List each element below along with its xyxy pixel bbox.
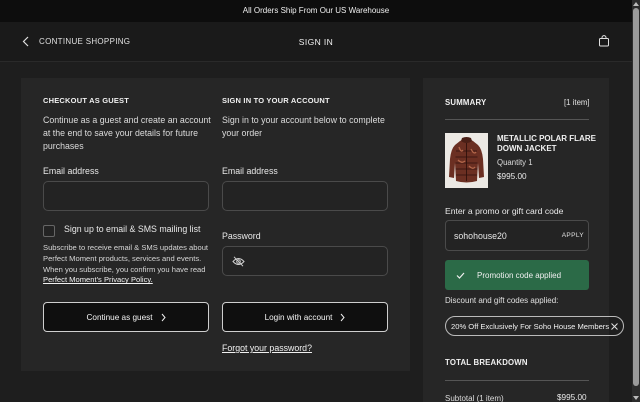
check-icon bbox=[456, 272, 465, 279]
signup-label: Sign up to email & SMS mailing list bbox=[64, 224, 201, 234]
guest-email-field[interactable] bbox=[43, 181, 209, 211]
item-count: [1 item] bbox=[564, 98, 590, 107]
chevron-right-icon bbox=[161, 313, 166, 321]
discount-label: Discount and gift codes applied: bbox=[445, 296, 559, 305]
summary-heading: SUMMARY bbox=[445, 98, 487, 107]
apply-button[interactable]: APPLY bbox=[562, 232, 584, 239]
scroll-up-arrow[interactable] bbox=[633, 2, 639, 6]
sign-in-panel: CHECKOUT AS GUEST Continue as a guest an… bbox=[21, 78, 410, 371]
privacy-policy-link[interactable]: Perfect Moment's Privacy Policy. bbox=[43, 275, 153, 284]
guest-heading: CHECKOUT AS GUEST bbox=[43, 96, 130, 105]
account-email-field[interactable] bbox=[222, 181, 388, 211]
continue-shopping-label: CONTINUE SHOPPING bbox=[39, 37, 131, 46]
account-heading: SIGN IN TO YOUR ACCOUNT bbox=[222, 96, 330, 105]
header: CONTINUE SHOPPING SIGN IN bbox=[0, 22, 632, 62]
scrollbar-thumb[interactable] bbox=[633, 8, 639, 386]
order-summary: SUMMARY [1 item] METALLIC POLAR FLARE DO… bbox=[423, 78, 624, 402]
scroll-down-arrow[interactable] bbox=[633, 396, 639, 400]
promo-label: Enter a promo or gift card code bbox=[445, 206, 564, 216]
promo-applied-message: Promotion code applied bbox=[477, 270, 562, 280]
chevron-left-icon bbox=[22, 36, 29, 47]
product-price: $995.00 bbox=[497, 172, 527, 181]
signup-checkbox[interactable] bbox=[43, 225, 55, 237]
close-icon[interactable] bbox=[610, 322, 619, 331]
continue-as-guest-label: Continue as guest bbox=[86, 312, 153, 322]
login-with-account-button[interactable]: Login with account bbox=[222, 302, 388, 332]
forgot-password-link[interactable]: Forgot your password? bbox=[222, 343, 312, 353]
product-quantity: Quantity 1 bbox=[497, 158, 533, 167]
account-email-label: Email address bbox=[222, 166, 278, 176]
shipping-banner: All Orders Ship From Our US Warehouse bbox=[0, 0, 632, 22]
product-name: METALLIC POLAR FLARE DOWN JACKET bbox=[497, 134, 596, 153]
guest-email-label: Email address bbox=[43, 166, 99, 176]
total-breakdown-heading: TOTAL BREAKDOWN bbox=[445, 358, 528, 367]
product-image bbox=[445, 133, 488, 188]
continue-as-guest-button[interactable]: Continue as guest bbox=[43, 302, 209, 332]
subtotal-label: Subtotal (1 item) bbox=[445, 394, 504, 402]
promo-code-input[interactable]: sohohouse20 APPLY bbox=[445, 220, 589, 251]
divider bbox=[445, 380, 589, 381]
jacket-illustration bbox=[445, 133, 488, 188]
discount-chip-label: 20% Off Exclusively For Soho House Membe… bbox=[451, 321, 610, 331]
shopping-bag-icon[interactable] bbox=[598, 35, 610, 47]
scrollbar[interactable] bbox=[632, 0, 640, 402]
divider bbox=[445, 119, 589, 120]
signup-note: Subscribe to receive email & SMS updates… bbox=[43, 243, 209, 285]
password-label: Password bbox=[222, 231, 261, 241]
chevron-right-icon bbox=[341, 313, 346, 321]
promo-code-value: sohohouse20 bbox=[454, 231, 507, 241]
guest-description: Continue as a guest and create an accoun… bbox=[43, 115, 211, 151]
eye-off-icon[interactable] bbox=[232, 256, 245, 267]
password-field[interactable] bbox=[222, 246, 388, 276]
account-description: Sign in to your account below to complet… bbox=[222, 115, 385, 138]
promo-applied-alert: Promotion code applied bbox=[445, 260, 589, 290]
discount-chip: 20% Off Exclusively For Soho House Membe… bbox=[445, 316, 624, 336]
login-with-account-label: Login with account bbox=[264, 312, 333, 322]
continue-shopping-link[interactable]: CONTINUE SHOPPING bbox=[22, 36, 130, 47]
subtotal-value: $995.00 bbox=[557, 393, 587, 402]
